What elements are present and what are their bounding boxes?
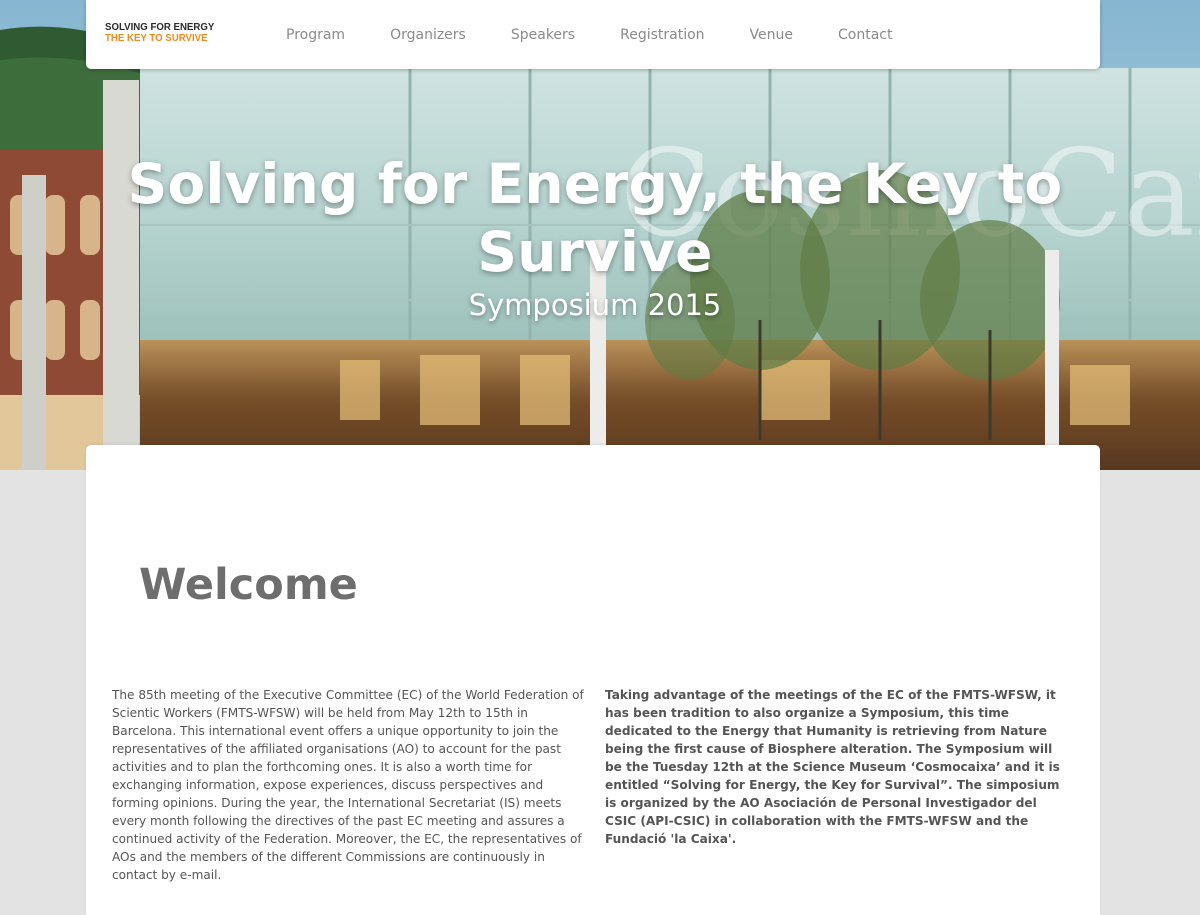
site-logo[interactable]: SOLVING FOR ENERGY THE KEY TO SURVIVE bbox=[105, 22, 224, 44]
welcome-heading: Welcome bbox=[139, 560, 358, 610]
nav-link-registration[interactable]: Registration bbox=[620, 27, 704, 43]
hero-subtitle: Symposium 2015 bbox=[468, 288, 722, 322]
hero-title: Solving for Energy, the Key to Survive bbox=[127, 152, 1063, 284]
intro-paragraph-left: The 85th meeting of the Executive Commit… bbox=[112, 688, 584, 882]
nav-link-contact[interactable]: Contact bbox=[838, 27, 892, 43]
nav-link-organizers[interactable]: Organizers bbox=[390, 27, 466, 43]
nav-link-venue[interactable]: Venue bbox=[750, 27, 793, 43]
welcome-section: Welcome The 85th meeting of the Executiv… bbox=[86, 445, 1100, 915]
top-navbar: SOLVING FOR ENERGY THE KEY TO SURVIVE Pr… bbox=[86, 0, 1100, 69]
nav-menu: Program Organizers Speakers Registration… bbox=[286, 0, 937, 69]
hero-banner: CosmoCaixa Solving for Energy, the Key bbox=[0, 0, 1200, 470]
nav-link-speakers[interactable]: Speakers bbox=[511, 27, 575, 43]
intro-paragraph-right: Taking advantage of the meetings of the … bbox=[605, 688, 1060, 846]
logo-tagline: THE KEY TO SURVIVE bbox=[105, 32, 208, 44]
nav-link-program[interactable]: Program bbox=[286, 27, 345, 43]
hero-text-block: Solving for Energy, the Key to Survive S… bbox=[90, 150, 1100, 322]
